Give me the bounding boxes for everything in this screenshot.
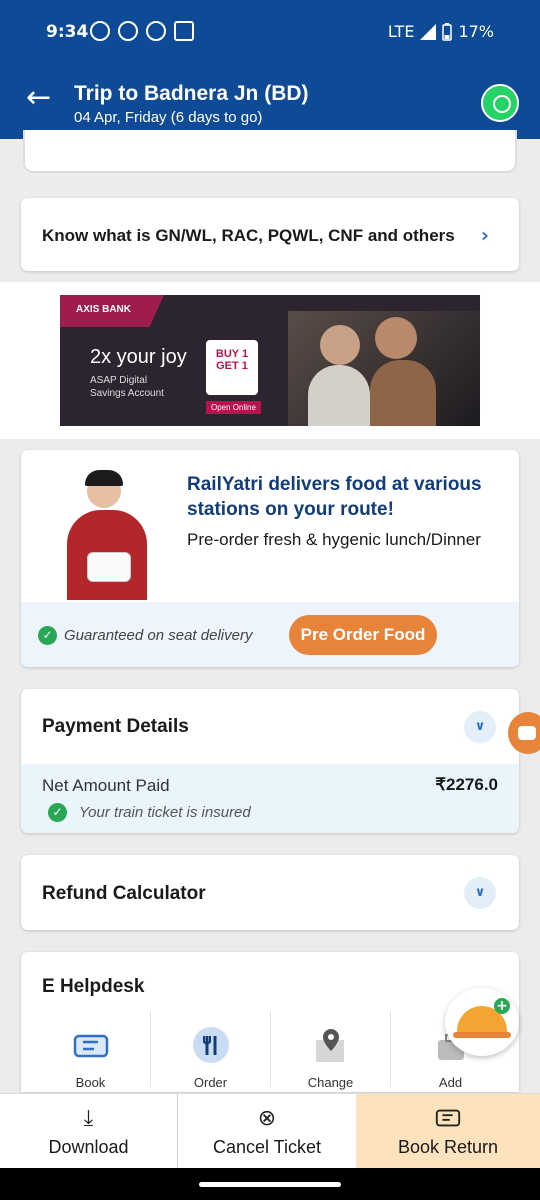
download-label: Download: [48, 1137, 129, 1157]
status-time: 9:34: [46, 22, 89, 42]
ticket-icon: [435, 1109, 461, 1127]
ad-line: ASAP Digital Savings Account: [90, 375, 164, 399]
notification-icon: [118, 21, 138, 41]
info-card-text: Know what is GN/WL, RAC, PQWL, CNF and o…: [42, 226, 455, 245]
status-right: LTE 17%: [388, 22, 494, 41]
helpdesk-item-label: Add: [438, 1075, 463, 1090]
guarantee-text: Guaranteed on seat delivery: [64, 627, 253, 644]
helpdesk-item-change[interactable]: Change: [271, 1010, 390, 1090]
notification-icon: [90, 21, 110, 41]
food-order-card: RailYatri delivers food at various stati…: [21, 450, 519, 667]
page-title: Trip to Badnera Jn (BD): [74, 82, 309, 105]
notification-icons: [90, 21, 194, 41]
food-cta-strip: ✓ Guaranteed on seat delivery Pre Order …: [21, 602, 519, 667]
battery-icon: [442, 22, 453, 41]
back-arrow-icon[interactable]: ←: [26, 83, 56, 114]
book-return-button[interactable]: Book Return: [356, 1094, 540, 1169]
ticket-icon: [73, 1034, 109, 1058]
check-circle-icon: ✓: [38, 626, 57, 645]
helpdesk-item-label: Order: [193, 1075, 228, 1090]
ad-cta: Open Online: [206, 401, 261, 414]
cancel-circle-icon: ⊗: [257, 1106, 277, 1131]
helpdesk-item-label: Book: [75, 1075, 106, 1090]
chevron-down-icon[interactable]: ∨: [464, 711, 496, 743]
ad-banner[interactable]: AXIS BANK 2x your joy ASAP Digital Savin…: [60, 295, 480, 426]
signal-icon: [420, 23, 437, 40]
chevron-right-icon: ›: [480, 223, 489, 247]
ad-photo-person: [308, 365, 370, 426]
whatsapp-icon[interactable]: [481, 84, 519, 122]
chevron-down-icon[interactable]: ∨: [464, 877, 496, 909]
payment-details-title: Payment Details: [42, 716, 189, 737]
plus-icon: +: [494, 998, 510, 1014]
net-amount-value: ₹2276.0: [435, 775, 498, 794]
ad-offer: BUY 1 GET 1: [206, 340, 258, 395]
download-icon: ⤓: [83, 1106, 94, 1131]
ad-headline: 2x your joy: [90, 346, 187, 368]
cloche-base: [453, 1032, 511, 1038]
net-amount-label: Net Amount Paid: [42, 776, 170, 795]
system-nav-bar: [0, 1168, 540, 1200]
bottom-action-bar: ⤓ Download ⊗ Cancel Ticket Book Return: [0, 1093, 540, 1169]
insured-text: Your train ticket is insured: [79, 804, 251, 821]
notification-icon: [174, 21, 194, 41]
battery-level: 17%: [458, 22, 494, 41]
food-heading: RailYatri delivers food at various stati…: [187, 474, 482, 520]
net-amount-band: Net Amount Paid ₹2276.0 ✓ Your train tic…: [21, 764, 519, 833]
delivery-person-image: [51, 468, 163, 600]
helpdesk-item-book[interactable]: Book: [31, 1010, 150, 1090]
refund-calculator-card[interactable]: Refund Calculator ∨: [21, 855, 519, 930]
e-helpdesk-title: E Helpdesk: [42, 976, 145, 997]
status-codes-info-card[interactable]: Know what is GN/WL, RAC, PQWL, CNF and o…: [21, 198, 519, 271]
page-subtitle: 04 Apr, Friday (6 days to go): [74, 109, 263, 126]
refund-calculator-title: Refund Calculator: [42, 883, 206, 904]
home-gesture-handle[interactable]: [199, 1182, 341, 1187]
ad-photo-person: [370, 360, 436, 426]
cancel-ticket-label: Cancel Ticket: [212, 1137, 322, 1157]
network-label: LTE: [387, 22, 415, 41]
map-pin-icon: [316, 1029, 344, 1062]
fork-knife-icon: [193, 1027, 229, 1063]
notification-icon: [146, 21, 166, 41]
payment-details-card: Payment Details ∨ Net Amount Paid ₹2276.…: [21, 689, 519, 833]
app-bar: ← Trip to Badnera Jn (BD) 04 Apr, Friday…: [0, 64, 540, 139]
ad-brand: AXIS BANK: [76, 304, 132, 315]
book-return-label: Book Return: [397, 1137, 499, 1157]
food-order-fab[interactable]: +: [445, 988, 519, 1056]
cancel-ticket-button[interactable]: ⊗ Cancel Ticket: [178, 1094, 356, 1169]
helpdesk-item-label: Change: [307, 1075, 354, 1090]
check-circle-icon: ✓: [48, 803, 67, 822]
ad-photo-face: [320, 325, 360, 365]
status-bar: 9:34 LTE 17%: [0, 0, 540, 64]
helpdesk-item-order[interactable]: Order: [151, 1010, 270, 1090]
download-button[interactable]: ⤓ Download: [0, 1094, 178, 1169]
ad-photo-face: [375, 317, 417, 359]
pre-order-food-button[interactable]: Pre Order Food: [289, 615, 437, 655]
video-icon[interactable]: [508, 712, 540, 754]
previous-card: [23, 130, 517, 173]
food-description: Pre-order fresh & hygenic lunch/Dinner: [187, 530, 481, 549]
